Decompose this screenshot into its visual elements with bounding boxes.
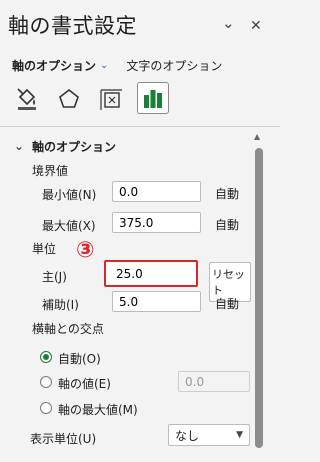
display-units-label: 表示単位(U) xyxy=(30,432,97,446)
pane-title: 軸の書式設定 xyxy=(8,14,137,38)
crosses-max-radio[interactable] xyxy=(40,402,52,414)
tab-axis-options[interactable]: 軸のオプション xyxy=(12,57,96,74)
scroll-up-arrow-icon[interactable]: ▲ xyxy=(254,132,260,141)
tab-text-options[interactable]: 文字のオプション xyxy=(126,57,222,74)
close-icon[interactable]: ✕ xyxy=(250,18,262,34)
pentagon-icon[interactable] xyxy=(54,84,84,114)
section-title[interactable]: 軸のオプション xyxy=(32,138,116,155)
min-label: 最小値(N) xyxy=(42,188,97,202)
fill-bucket-icon[interactable] xyxy=(12,84,42,114)
option-tabs: 軸のオプション ⌄ 文字のオプション xyxy=(12,57,222,74)
max-value-input[interactable] xyxy=(112,212,201,233)
max-label: 最大値(X) xyxy=(42,219,96,233)
minor-unit-input[interactable] xyxy=(112,291,201,312)
crosses-auto-label[interactable]: 自動(O) xyxy=(58,350,101,367)
step-annotation-badge: ③ xyxy=(76,238,95,263)
bar-chart-icon[interactable] xyxy=(137,82,169,114)
max-auto-button[interactable]: 自動 xyxy=(215,216,239,233)
crosses-auto-radio[interactable] xyxy=(40,351,52,363)
chevron-down-icon: ▼ xyxy=(236,430,243,440)
crosses-max-label[interactable]: 軸の最大値(M) xyxy=(58,401,138,418)
crosses-label: 横軸との交点 xyxy=(32,322,104,336)
crosses-axis-value-label[interactable]: 軸の値(E) xyxy=(58,375,111,392)
bounds-label: 境界値 xyxy=(32,164,69,178)
units-label: 単位 xyxy=(32,242,57,256)
crosses-axis-value-radio[interactable] xyxy=(40,376,52,388)
major-unit-label: 主(J) xyxy=(42,270,67,284)
size-properties-icon[interactable] xyxy=(96,84,126,114)
scrollbar-thumb[interactable] xyxy=(255,148,263,448)
section-toggle-icon[interactable]: ⌄ xyxy=(14,139,24,153)
display-units-value: なし xyxy=(175,428,200,443)
min-value-input[interactable] xyxy=(112,181,201,202)
collapse-chevron-icon[interactable]: ⌄ xyxy=(222,14,235,32)
display-units-select[interactable]: なし ▼ xyxy=(168,424,250,446)
minor-auto-button[interactable]: 自動 xyxy=(215,295,239,312)
crosses-axis-value-input[interactable] xyxy=(178,371,250,392)
min-auto-button[interactable]: 自動 xyxy=(215,185,239,202)
minor-unit-label: 補助(I) xyxy=(42,298,79,312)
divider xyxy=(0,126,280,127)
major-unit-input[interactable] xyxy=(104,260,198,287)
tab-dropdown-chevron-icon[interactable]: ⌄ xyxy=(100,60,108,71)
